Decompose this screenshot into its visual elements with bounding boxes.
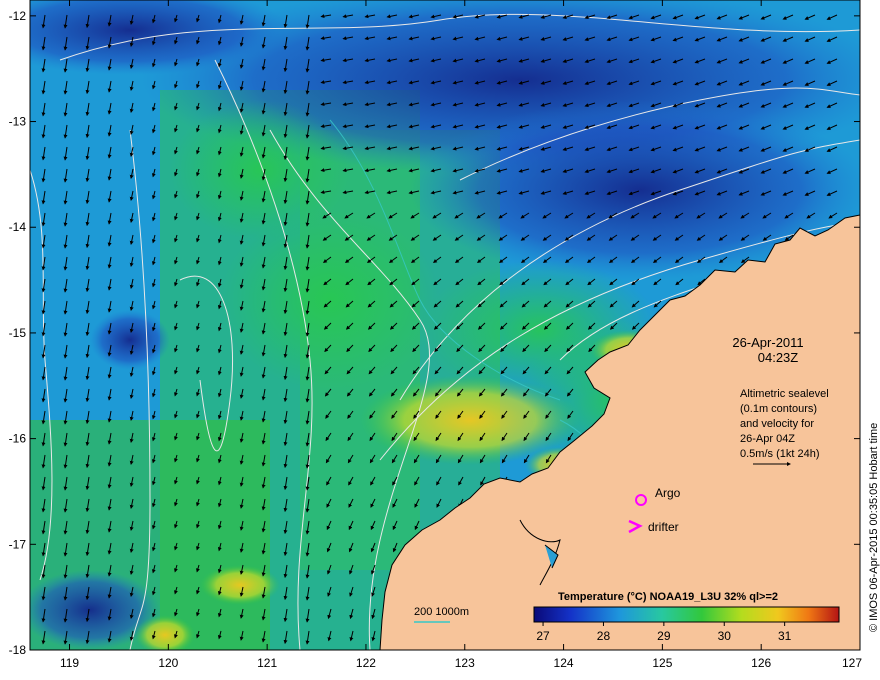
drifter-label: drifter [648,520,679,534]
sst-map: 119 120 121 122 123 124 125 126 127 -12 -13 -14 -15… [9,0,880,670]
colorbar-title: Temperature (°C) NOAA19_L3U 32% ql>=2 [558,591,778,603]
colorbar-tick-label: 27 [536,629,550,643]
info-line-5: 0.5m/s (1kt 24h) [740,448,819,460]
info-line-3: and velocity for [740,418,814,430]
lat-tick-label: -16 [9,432,27,446]
colorbar-tick-label: 31 [778,629,792,643]
lon-tick-label: 119 [60,656,79,670]
lat-tick-label: -15 [9,326,27,340]
lon-tick-label: 122 [356,656,376,670]
colorbar-tick-label: 30 [718,629,732,643]
lon-tick-label: 125 [652,656,672,670]
lat-tick-label: -12 [9,9,27,23]
lon-tick-label: 124 [554,656,574,670]
info-line-1: Altimetric sealevel [740,388,829,400]
colorbar [533,606,840,623]
info-line-2: (0.1m contours) [740,403,817,415]
map-time: 04:23Z [758,350,799,365]
argo-label: Argo [655,486,681,500]
lon-tick-label: 121 [257,656,277,670]
lat-tick-label: -14 [9,220,27,234]
map-date: 26-Apr-2011 [732,335,803,350]
sst-field [30,0,860,650]
lat-tick-label: -13 [9,115,27,129]
isobath-legend-label: 200 1000m [414,606,469,618]
copyright-stamp: © IMOS 06-Apr-2015 00:35:05 Hobart time [868,423,880,632]
lat-tick-label: -18 [9,643,27,657]
lon-tick-label: 126 [751,656,771,670]
lon-tick-label: 127 [842,656,862,670]
colorbar-tick-label: 28 [597,629,611,643]
colorbar-tick-label: 29 [657,629,671,643]
lon-tick-label: 123 [455,656,475,670]
lon-tick-label: 120 [158,656,178,670]
lat-tick-label: -17 [9,537,27,551]
info-line-4: 26-Apr 04Z [740,433,795,445]
